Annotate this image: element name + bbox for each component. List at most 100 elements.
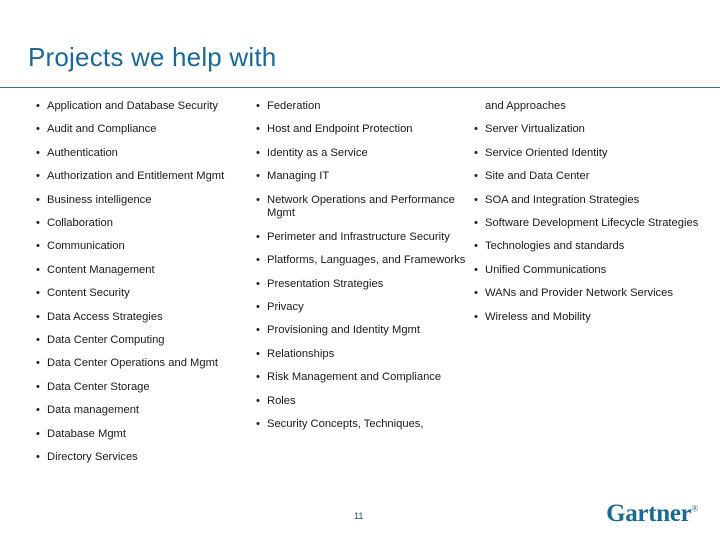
list-item-label: Data Center Computing (47, 334, 165, 346)
list-item-label: Network Operations and Performance Mgmt (267, 193, 455, 220)
bullet-icon: • (256, 170, 260, 183)
list-item: • Identity as a Service (256, 147, 485, 161)
bullet-icon: • (256, 324, 260, 337)
list-item: • Content Management (36, 264, 267, 278)
list-item-label: Security Concepts, Techniques, (267, 417, 424, 430)
list-item-label: Federation (267, 100, 321, 112)
list-item-label: SOA and Integration Strategies (485, 193, 640, 206)
list-item-label: Directory Services (47, 451, 138, 463)
bullet-icon: • (474, 146, 478, 159)
list-item-label: Unified Communications (485, 263, 607, 276)
list-item-label: Business intelligence (47, 193, 152, 206)
list-item: • Relationships (256, 348, 485, 362)
bullet-icon: • (256, 100, 260, 112)
bullet-icon: • (256, 417, 260, 430)
list-item-label: Managing IT (267, 170, 330, 183)
list-item: • Platforms, Languages, and Frameworks (256, 254, 485, 268)
list-item-label: Risk Management and Compliance (267, 371, 442, 384)
list-item-label: Presentation Strategies (267, 277, 384, 290)
list-item: • Server Virtualization (474, 123, 705, 137)
list-item: • SOA and Integration Strategies (474, 194, 705, 208)
list-item: • Data Center Operations and Mgmt (36, 357, 267, 371)
list-item: • Software Development Lifecycle Strategi… (474, 217, 705, 231)
list-item-label: Audit and Compliance (47, 123, 157, 136)
list-item: • Host and Endpoint Protection (256, 123, 485, 137)
bullet-icon: • (36, 427, 40, 440)
bullet-icon: • (256, 254, 260, 267)
list-item-label: Data Center Operations and Mgmt (47, 357, 219, 370)
list-item-label: Host and Endpoint Protection (267, 123, 413, 136)
list-item: • Service Oriented Identity (474, 147, 705, 161)
list-item: • Site and Data Center (474, 170, 705, 184)
bullet-icon: • (256, 123, 260, 136)
list-item-label: Technologies and standards (485, 240, 625, 253)
list-item: • Presentation Strategies (256, 278, 485, 292)
list-item-label: Software Development Lifecycle Strategie… (485, 217, 699, 229)
gartner-logo: Gartner® (606, 500, 698, 528)
bullet-icon: • (36, 240, 40, 253)
list-item: • Network Operations and Performance Mgmt (256, 194, 485, 221)
list-item-label: Site and Data Center (485, 170, 590, 183)
list-item: • Application and Database Security (36, 100, 267, 114)
slide: Projects we help with • Application and D… (0, 0, 720, 540)
list-item-label: Wireless and Mobility (485, 310, 591, 323)
bullet-icon: • (36, 334, 40, 346)
list-item: • Roles (256, 395, 485, 409)
bullet-icon: • (36, 217, 40, 229)
list-item: • Perimeter and Infrastructure Security (256, 231, 485, 245)
list-item-label: Authentication (47, 146, 118, 159)
page-number: 11 (354, 511, 364, 521)
bullet-icon: • (36, 380, 40, 393)
list-item-label: Authorization and Entitlement Mgmt (47, 170, 225, 183)
bullet-icon: • (36, 310, 40, 323)
list-item-label: WANs and Provider Network Services (485, 287, 673, 300)
bullet-icon: • (36, 287, 40, 300)
list-item-label: Communication (47, 240, 125, 253)
bullet-icon: • (256, 300, 260, 313)
list-item: • Security Concepts, Techniques, (256, 418, 485, 432)
list-item: • Collaboration (36, 217, 267, 231)
list-item: • Wireless and Mobility (474, 311, 705, 325)
bullet-icon: • (474, 263, 478, 276)
list-item: • Authorization and Entitlement Mgmt (36, 170, 267, 184)
list-item-label: Data Access Strategies (47, 310, 163, 323)
list-item: • WANs and Provider Network Services (474, 287, 705, 301)
list-item: • Federation (256, 100, 485, 114)
list-item-label: Content Management (47, 263, 155, 276)
list-item: • Managing IT (256, 170, 485, 184)
bullet-icon: • (474, 310, 478, 323)
list-item-label: Roles (267, 394, 296, 407)
list-item: • Data Center Storage (36, 381, 267, 395)
list-item-label: Service Oriented Identity (485, 146, 608, 159)
list-item: • Risk Management and Compliance (256, 371, 485, 385)
bullet-icon: • (256, 230, 260, 243)
list-item-label: Platforms, Languages, and Frameworks (267, 254, 466, 267)
list-item: • Audit and Compliance (36, 123, 267, 137)
list-item: • Content Security (36, 287, 267, 301)
title-divider (0, 87, 720, 88)
list-item-label: Privacy (267, 300, 304, 313)
list-item: • Directory Services (36, 451, 267, 465)
page-title: Projects we help with (28, 42, 277, 72)
project-list-columns: • Application and Database Security • Audit… (0, 100, 720, 480)
bullet-icon: • (256, 394, 260, 407)
bullet-icon: • (36, 451, 40, 463)
bullet-icon: • (36, 100, 40, 112)
list-item: • Data Access Strategies (36, 311, 267, 325)
list-item-label: Database Mgmt (47, 427, 126, 440)
list-item: • Business intelligence (36, 194, 267, 208)
list-item: • Unified Communications (474, 264, 705, 278)
bullet-icon: • (256, 193, 260, 206)
bullet-icon: • (474, 123, 478, 136)
list-item: • Data Center Computing (36, 334, 267, 348)
bullet-icon: • (474, 240, 478, 253)
bullet-icon: • (36, 123, 40, 136)
list-item-label: Relationships (267, 347, 335, 360)
bullet-icon: • (36, 170, 40, 183)
bullet-icon: • (474, 193, 478, 206)
list-item: • Database Mgmt (36, 428, 267, 442)
bullet-icon: • (256, 347, 260, 360)
list-item-label: Content Security (47, 287, 130, 300)
list-item-label: Identity as a Service (267, 146, 368, 159)
bullet-icon: • (36, 193, 40, 206)
